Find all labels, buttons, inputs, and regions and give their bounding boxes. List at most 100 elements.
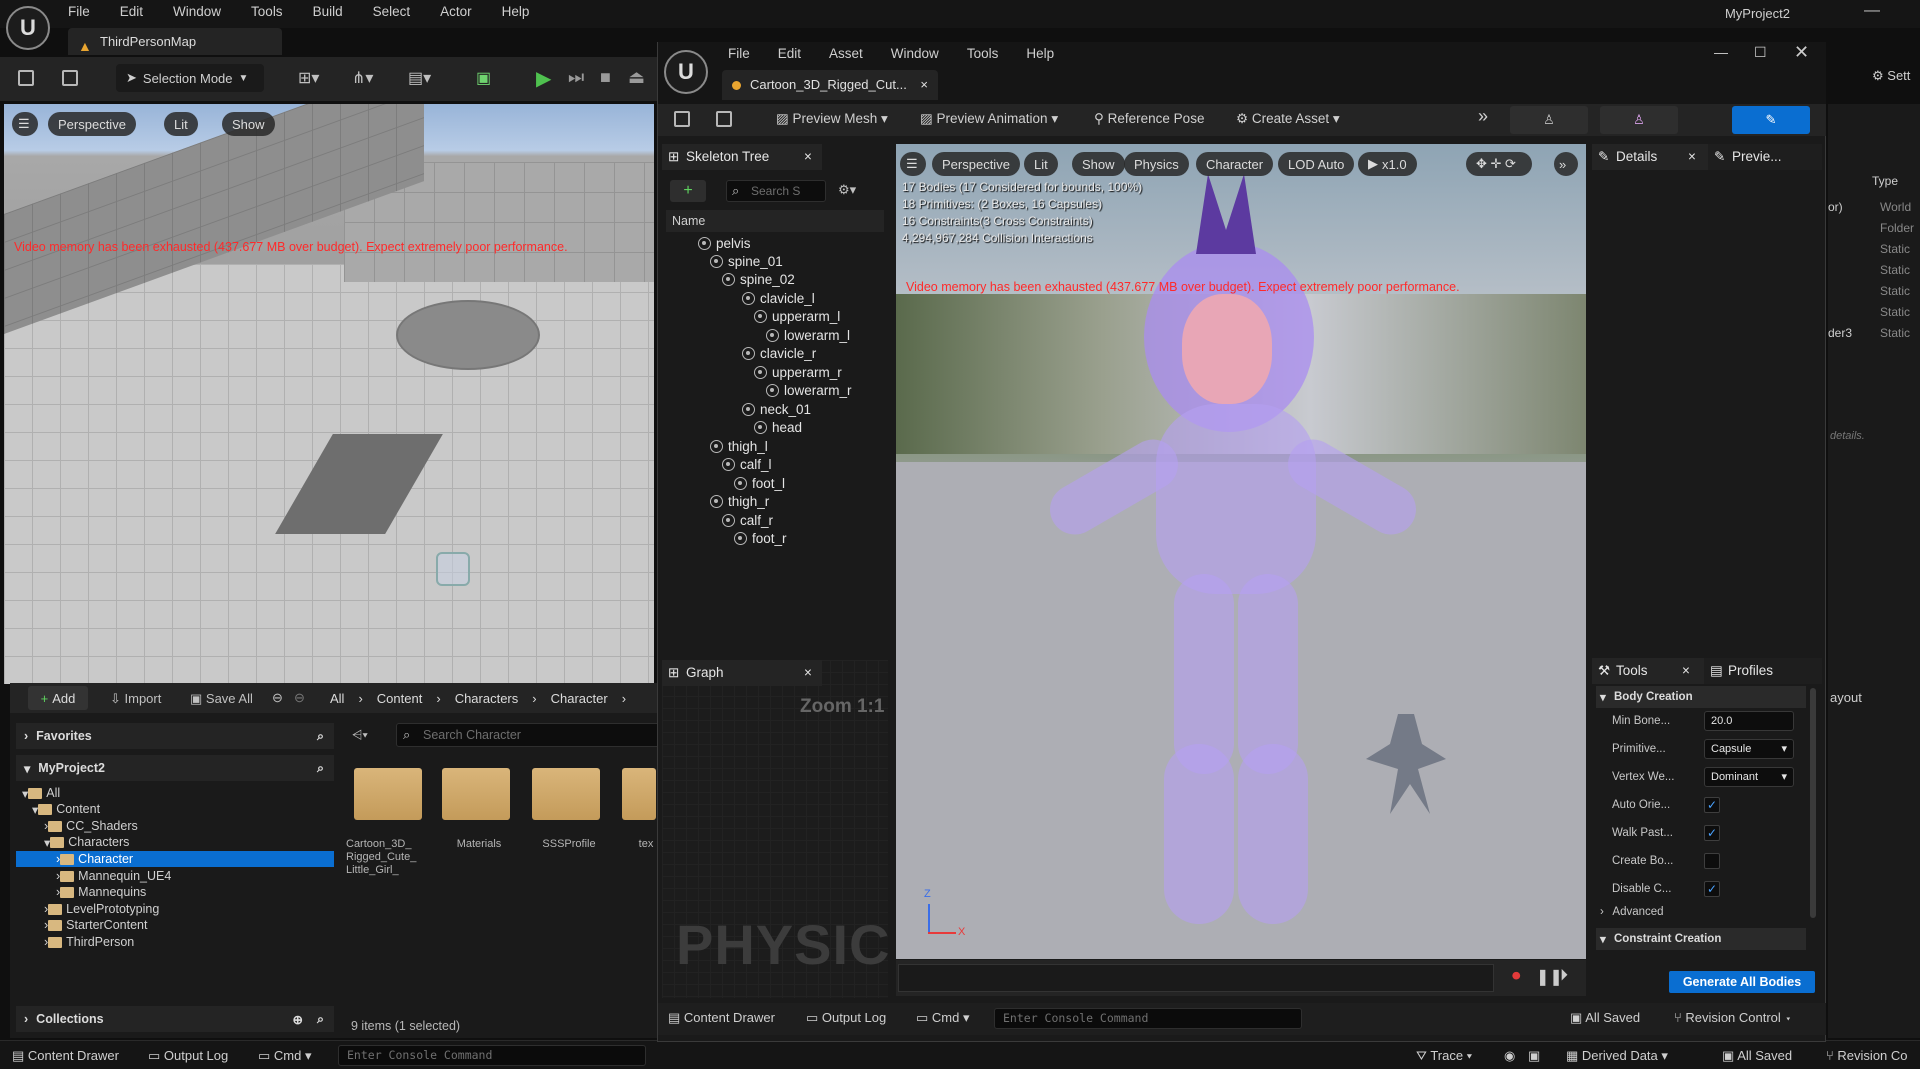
output-log-button[interactable]: ▭ Output Log xyxy=(148,1048,228,1064)
menu-window[interactable]: Window xyxy=(173,4,221,19)
preview-animation-dropdown[interactable]: ▨ Preview Animation ▾ xyxy=(920,111,1058,127)
constraint-creation-section[interactable]: ▾ Constraint Creation xyxy=(1596,928,1806,950)
lit-button[interactable]: Lit xyxy=(164,112,198,136)
menu-edit[interactable]: Edit xyxy=(778,46,801,61)
tree-item-third-person[interactable]: › ThirdPerson xyxy=(16,934,334,950)
breadcrumb-character[interactable]: Character xyxy=(551,691,608,706)
cmd-dropdown[interactable]: ▭ Cmd ▾ xyxy=(916,1010,970,1026)
cinematics-icon[interactable]: ▤▾ xyxy=(408,68,431,88)
vertex-weighting-select[interactable]: Dominant ▾ xyxy=(1704,767,1794,787)
content-drawer-button[interactable]: ▤ Content Drawer xyxy=(12,1048,119,1064)
search-icon[interactable]: ⌕ xyxy=(317,1012,324,1027)
project-header[interactable]: ▾ MyProject2 ⌕ xyxy=(16,755,334,781)
minimize-icon[interactable]: — xyxy=(1864,2,1880,20)
create-asset-dropdown[interactable]: ⚙ Create Asset ▾ xyxy=(1236,111,1340,127)
menu-actor[interactable]: Actor xyxy=(440,4,472,19)
calf-l-body[interactable] xyxy=(1164,744,1234,924)
bone-lowerarm-r[interactable]: lowerarm_r xyxy=(766,383,852,398)
all-saved-button[interactable]: ▣ All Saved xyxy=(1722,1048,1792,1064)
trace-dropdown[interactable]: ⛛ Trace ▾ xyxy=(1416,1048,1472,1064)
layout-label[interactable]: ayout xyxy=(1830,690,1862,705)
close-icon[interactable]: × xyxy=(1688,144,1696,170)
perspective-button[interactable]: Perspective xyxy=(48,112,136,136)
details-tab[interactable]: ✎ Details × xyxy=(1592,144,1708,170)
cmd-dropdown[interactable]: ▭ Cmd ▾ xyxy=(258,1048,312,1064)
revision-control-button[interactable]: ⑂ Revision Co xyxy=(1826,1048,1908,1063)
tree-item-characters[interactable]: ▾ Characters xyxy=(16,834,334,850)
body-creation-section[interactable]: ▾ Body Creation xyxy=(1596,686,1806,708)
auto-orient-checkbox[interactable]: ✓ xyxy=(1704,797,1720,813)
tree-item-starter-content[interactable]: › StarterContent xyxy=(16,917,334,933)
unreal-logo-icon[interactable]: U xyxy=(6,6,50,50)
menu-select[interactable]: Select xyxy=(373,4,411,19)
tree-item-all[interactable]: ▾ All xyxy=(16,785,334,801)
menu-help[interactable]: Help xyxy=(502,4,530,19)
bone-spine-02[interactable]: spine_02 xyxy=(722,272,795,287)
torso-body[interactable] xyxy=(1156,404,1316,594)
tree-item-content[interactable]: ▾ Content xyxy=(16,801,334,817)
lod-button[interactable]: LOD Auto xyxy=(1278,152,1355,176)
perspective-button[interactable]: Perspective xyxy=(932,152,1020,176)
disable-collision-checkbox[interactable]: ✓ xyxy=(1704,881,1720,897)
bone-upperarm-r[interactable]: upperarm_r xyxy=(754,365,842,380)
selection-mode-dropdown[interactable]: ➤ Selection Mode ▼ xyxy=(116,64,264,92)
reference-pose-button[interactable]: ⚲ Reference Pose xyxy=(1094,111,1204,127)
physics-button[interactable]: Physics xyxy=(1124,152,1189,176)
add-bone-button[interactable]: + xyxy=(670,180,706,202)
asset-folder-sssprofile[interactable] xyxy=(532,768,600,820)
menu-asset[interactable]: Asset xyxy=(829,46,863,61)
save-all-button[interactable]: ▣ Save All xyxy=(190,691,253,707)
asset-folder-tex[interactable] xyxy=(622,768,656,820)
menu-edit[interactable]: Edit xyxy=(120,4,143,19)
close-window-icon[interactable]: ✕ xyxy=(1794,42,1809,63)
minimize-icon[interactable]: — xyxy=(1714,44,1728,60)
walk-past-checkbox[interactable]: ✓ xyxy=(1704,825,1720,841)
menu-tools[interactable]: Tools xyxy=(251,4,283,19)
import-button[interactable]: ⇩ Import xyxy=(110,691,161,707)
maximize-icon[interactable]: ☐ xyxy=(1754,44,1767,61)
bone-thigh-l[interactable]: thigh_l xyxy=(710,439,768,454)
asset-tab[interactable]: Cartoon_3D_Rigged_Cut... × xyxy=(722,70,938,100)
tools-scrollbar[interactable] xyxy=(1810,688,1816,918)
show-button[interactable]: Show xyxy=(222,112,275,136)
step-icon[interactable]: ⏭ xyxy=(568,67,584,88)
bone-thigh-r[interactable]: thigh_r xyxy=(710,494,769,509)
bone-lowerarm-l[interactable]: lowerarm_l xyxy=(766,328,850,343)
graph-panel[interactable]: ⊞ Graph × Zoom 1:1 PHYSIC xyxy=(662,660,890,998)
map-tab[interactable]: ▲ ThirdPersonMap xyxy=(68,28,282,55)
bone-head[interactable]: head xyxy=(754,420,802,435)
add-collection-icon[interactable]: ⊕ xyxy=(293,1012,303,1027)
tree-item-mannequin-ue4[interactable]: › Mannequin_UE4 xyxy=(16,868,334,884)
physics-mode-icon[interactable]: ✎ xyxy=(1732,106,1810,134)
console-input[interactable]: Enter Console Command xyxy=(994,1008,1302,1029)
character-button[interactable]: Character xyxy=(1196,152,1274,176)
revision-control-button[interactable]: ⑂ Revision Control ▾ xyxy=(1674,1010,1792,1025)
bone-clavicle-r[interactable]: clavicle_r xyxy=(742,346,816,361)
graph-tab[interactable]: ⊞ Graph × xyxy=(662,660,822,686)
preview-mesh-dropdown[interactable]: ▨ Preview Mesh ▾ xyxy=(776,111,888,127)
show-button[interactable]: Show xyxy=(1072,152,1125,176)
tree-item-mannequins[interactable]: › Mannequins xyxy=(16,884,334,900)
menu-help[interactable]: Help xyxy=(1026,46,1054,61)
bone-pelvis[interactable]: pelvis xyxy=(698,236,751,251)
unreal-logo-icon[interactable]: U xyxy=(664,50,708,94)
derived-data-dropdown[interactable]: ▦ Derived Data ▾ xyxy=(1566,1048,1668,1064)
menu-window[interactable]: Window xyxy=(891,46,939,61)
viewport-menu-icon[interactable]: ☰ xyxy=(12,112,38,136)
browse-icon[interactable] xyxy=(716,111,732,130)
menu-file[interactable]: File xyxy=(728,46,750,61)
lit-button[interactable]: Lit xyxy=(1024,152,1058,176)
generate-all-bodies-button[interactable]: Generate All Bodies xyxy=(1669,971,1815,993)
favorites-header[interactable]: › Favorites ⌕ xyxy=(16,723,334,749)
modes-icon[interactable]: ▣ xyxy=(476,68,491,88)
forward-icon[interactable]: ⊖ xyxy=(294,690,305,706)
filter-icon[interactable]: ⩤▾ xyxy=(352,727,368,743)
asset-folder-materials[interactable] xyxy=(442,768,510,820)
close-icon[interactable]: × xyxy=(1682,658,1690,684)
tree-item-character[interactable]: › Character xyxy=(16,851,334,867)
close-icon[interactable]: × xyxy=(920,70,928,100)
menu-tools[interactable]: Tools xyxy=(967,46,999,61)
bone-spine-01[interactable]: spine_01 xyxy=(710,254,783,269)
playback-speed-button[interactable]: ▶ x1.0 xyxy=(1358,152,1417,176)
timeline-scrubber[interactable] xyxy=(898,964,1494,992)
